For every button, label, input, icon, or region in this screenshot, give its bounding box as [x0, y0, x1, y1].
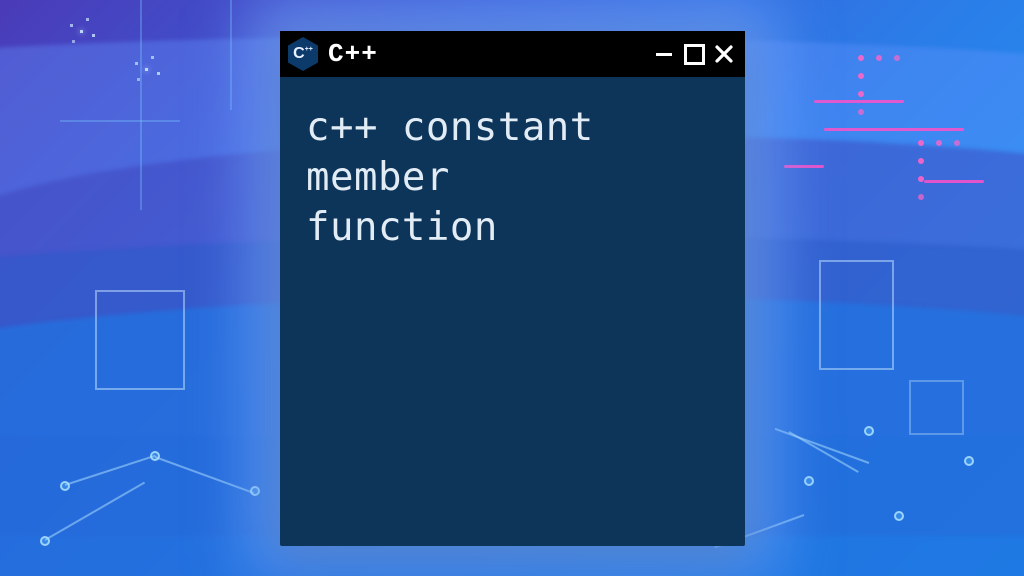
- titlebar[interactable]: C ++ C++: [280, 31, 745, 77]
- close-icon[interactable]: [713, 43, 735, 65]
- logo-letter: C: [293, 46, 304, 62]
- maximize-icon[interactable]: [683, 43, 705, 65]
- content-text: c++ constant member function: [306, 103, 719, 253]
- terminal-window: C ++ C++ c++ constant member function: [280, 31, 745, 546]
- window-controls: [653, 43, 735, 65]
- window-title: C++: [328, 39, 643, 69]
- logo-plus: ++: [305, 46, 313, 53]
- minimize-icon[interactable]: [653, 43, 675, 65]
- terminal-content: c++ constant member function: [280, 77, 745, 546]
- cpp-logo-icon: C ++: [288, 37, 318, 71]
